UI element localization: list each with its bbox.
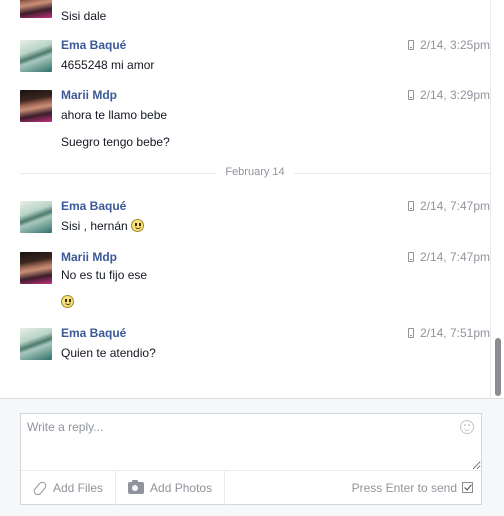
mobile-phone-icon (407, 90, 414, 100)
avatar[interactable] (20, 201, 52, 233)
reply-box: Add Files Add Photos Press Enter to send (20, 413, 482, 505)
mobile-phone-icon (407, 201, 414, 211)
message-text: Suegro tengo bebe? (61, 135, 170, 149)
message-text: No es tu fijo ese (61, 268, 148, 282)
sender-name[interactable]: Ema Baqué (61, 38, 126, 52)
timestamp-text: 2/14, 3:25pm (419, 38, 490, 52)
timestamp-text: 2/14, 7:51pm (419, 326, 490, 340)
enter-to-send-checkbox[interactable] (462, 482, 473, 493)
message-text: Quien te atendio? (61, 346, 156, 360)
mobile-phone-icon (407, 40, 414, 50)
scrollbar-thumb[interactable] (495, 338, 501, 396)
message-emoji (61, 295, 74, 309)
emoji-picker-icon[interactable] (460, 420, 474, 434)
add-files-label: Add Files (53, 480, 104, 495)
timestamp-text: 2/14, 7:47pm (419, 199, 490, 213)
camera-icon (128, 479, 145, 494)
message-text: 4655248 mi amor (61, 58, 155, 72)
smiley-emoji-icon (131, 219, 145, 232)
sender-name[interactable]: Ema Baqué (61, 199, 126, 213)
message-text: Sisi dale (61, 9, 107, 23)
smiley-emoji-icon (61, 295, 74, 308)
scrollbar[interactable] (490, 0, 504, 398)
enter-to-send-label: Press Enter to send (351, 480, 457, 495)
add-photos-label: Add Photos (150, 480, 213, 495)
message-text: Sisi , hernán (61, 219, 145, 233)
reply-composer: Add Files Add Photos Press Enter to send (0, 398, 504, 516)
avatar[interactable] (20, 90, 52, 122)
add-files-button[interactable]: Add Files (21, 470, 117, 505)
sender-name[interactable]: Marii Mdp (61, 88, 117, 102)
timestamp-text: 2/14, 3:29pm (419, 88, 490, 102)
message-timestamp: 2/14, 7:51pm (407, 326, 490, 340)
date-divider-label: February 14 (20, 166, 490, 178)
sender-name[interactable]: Marii Mdp (61, 250, 117, 264)
enter-to-send-toggle[interactable]: Press Enter to send (352, 481, 481, 495)
message-timestamp: 2/14, 7:47pm (407, 250, 490, 264)
reply-input[interactable] (21, 414, 481, 470)
message-text-content: Sisi , hernán (61, 219, 128, 233)
sender-name[interactable]: Ema Baqué (61, 326, 126, 340)
avatar[interactable] (20, 328, 52, 360)
message-timestamp: 2/14, 3:29pm (407, 88, 490, 102)
paperclip-icon (33, 481, 47, 495)
message-timestamp: 2/14, 7:47pm (407, 199, 490, 213)
message-text: ahora te llamo bebe (61, 108, 168, 122)
add-photos-button[interactable]: Add Photos (116, 470, 226, 505)
avatar[interactable] (20, 252, 52, 284)
mobile-phone-icon (407, 328, 414, 338)
avatar[interactable] (20, 40, 52, 72)
composer-toolbar: Add Files Add Photos Press Enter to send (21, 470, 481, 505)
message-thread: Sisi dale Ema Baqué 2/14, 3:25pm 4655248… (0, 0, 490, 398)
timestamp-text: 2/14, 7:47pm (419, 250, 490, 264)
mobile-phone-icon (407, 252, 414, 262)
avatar[interactable] (20, 0, 52, 18)
date-divider: February 14 (20, 166, 490, 178)
message-timestamp: 2/14, 3:25pm (407, 38, 490, 52)
